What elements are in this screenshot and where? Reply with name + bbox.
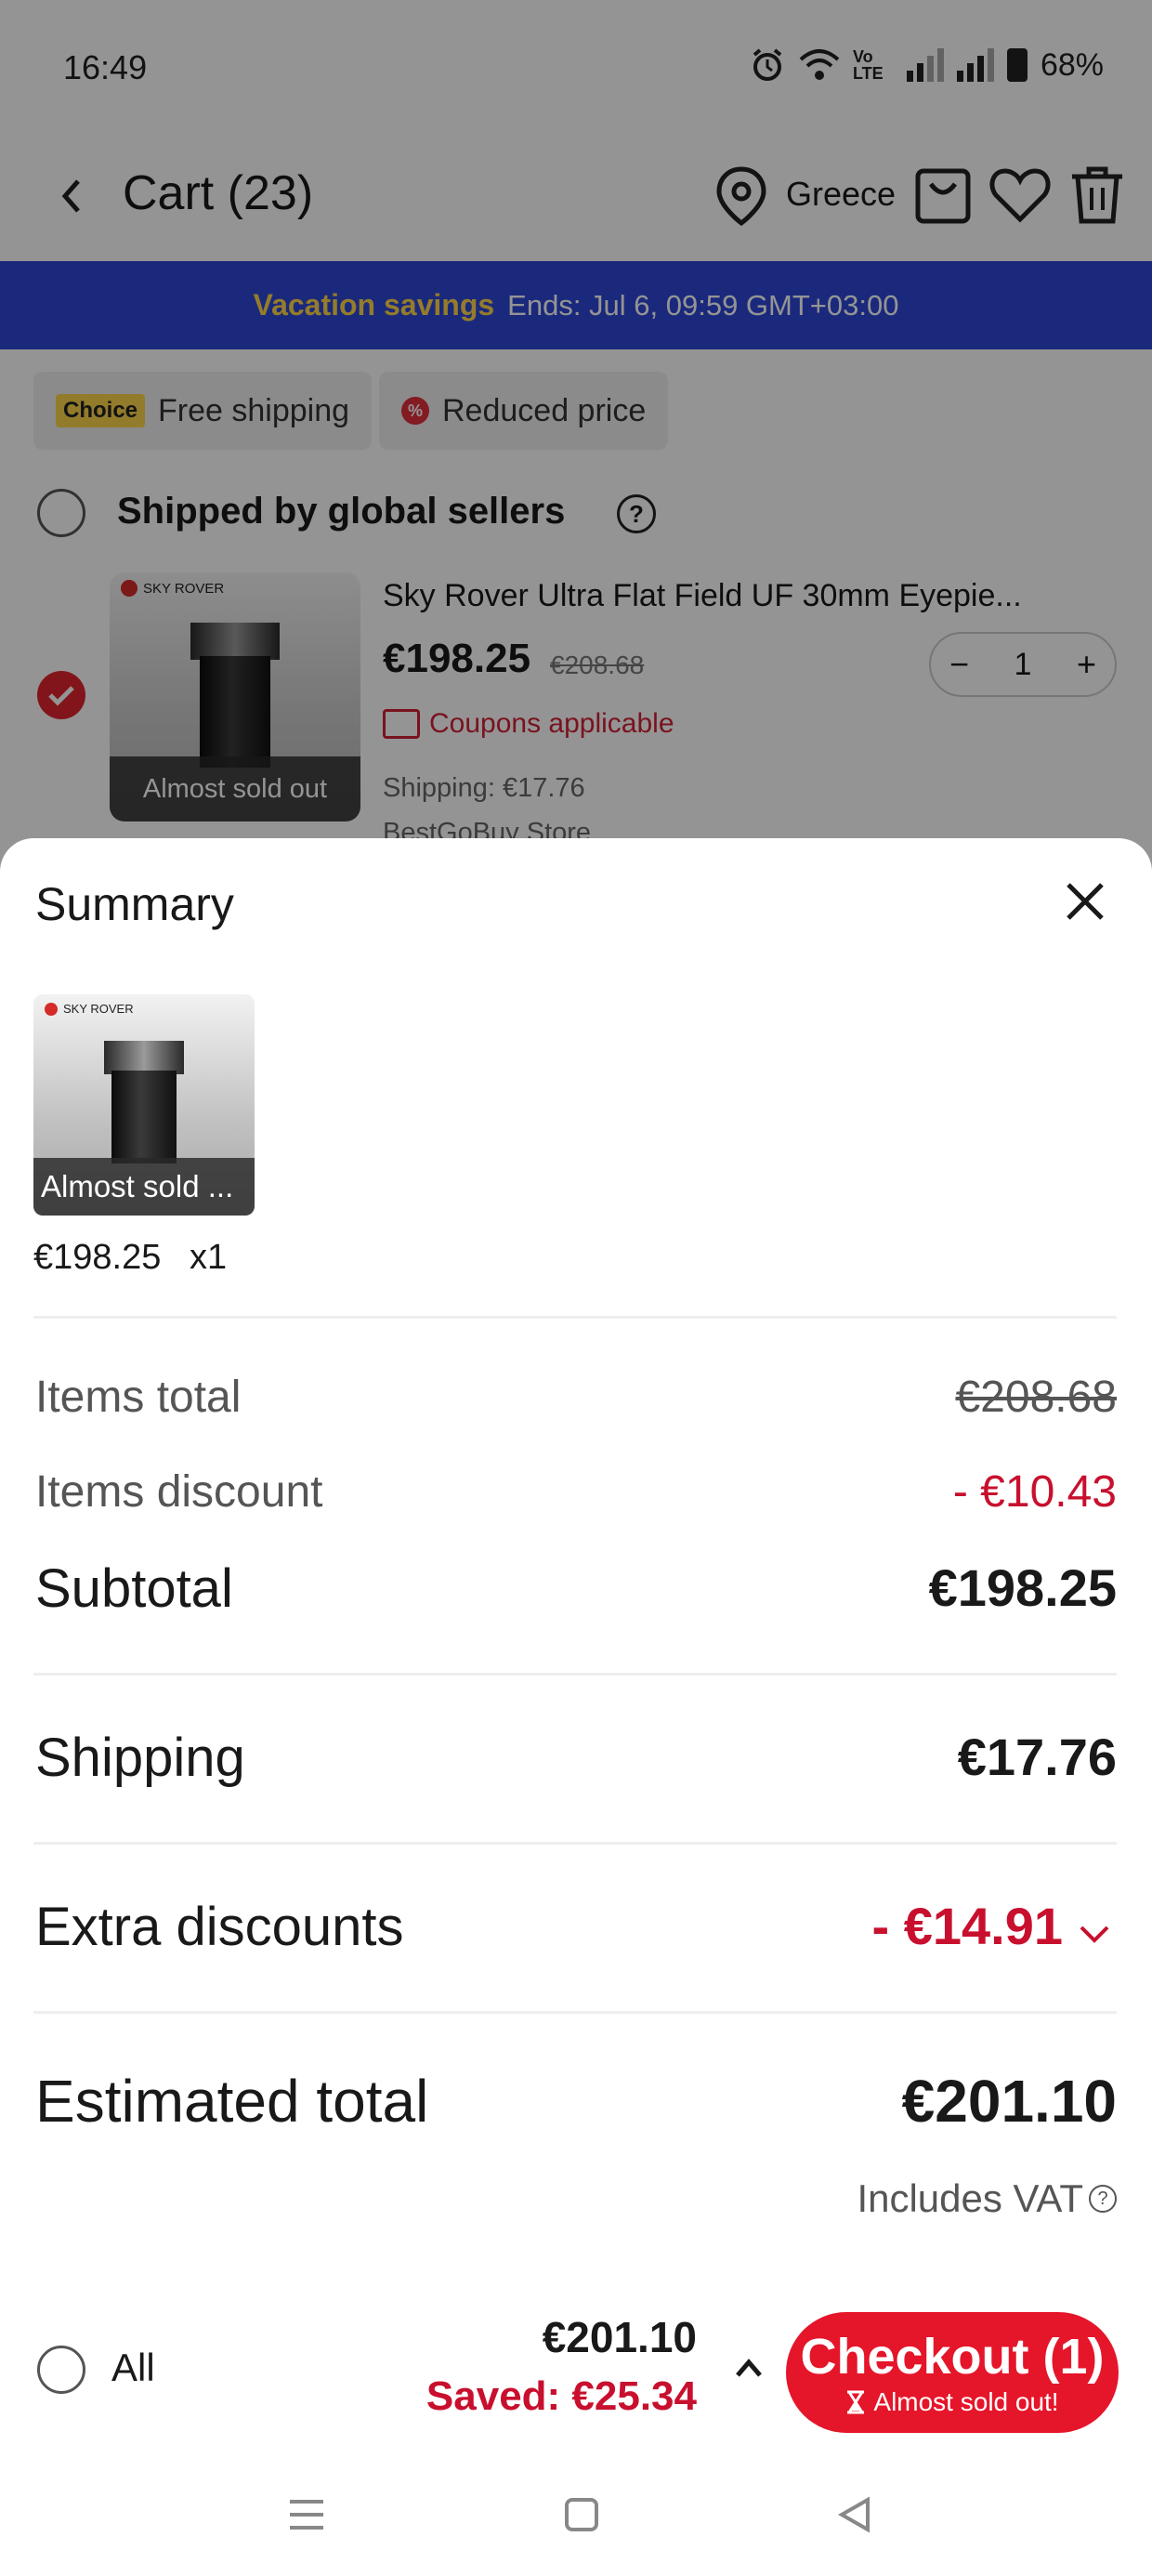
subtotal-label: Subtotal (35, 1558, 233, 1619)
select-all-label[interactable]: All (111, 2346, 155, 2390)
sheet-title: Summary (35, 878, 234, 930)
bar-total: €201.10 (542, 2313, 697, 2361)
checkout-bar: All €201.10 Saved: €25.34 Checkout (1) A… (0, 2292, 1152, 2450)
home-nav-button[interactable] (554, 2487, 609, 2543)
items-total-value: €208.68 (955, 1373, 1117, 1422)
divider (33, 2011, 1117, 2014)
divider (33, 1842, 1117, 1845)
estimated-total-label: Estimated total (35, 2068, 429, 2135)
menu-nav-button[interactable] (279, 2487, 334, 2543)
items-discount-label: Items discount (35, 1467, 323, 1517)
items-total-label: Items total (35, 1373, 242, 1422)
vat-note: Includes VAT ? (857, 2176, 1117, 2221)
summary-item-qty: x1 (190, 1238, 228, 1277)
estimated-total-value: €201.10 (901, 2068, 1117, 2135)
hourglass-icon (847, 2390, 865, 2414)
home-square-icon (565, 2498, 598, 2531)
divider (33, 1316, 1117, 1319)
system-nav-bar (0, 2450, 1152, 2576)
shipping-value: €17.76 (957, 1728, 1117, 1786)
summary-item-price: €198.25 (33, 1238, 162, 1277)
almost-sold-out-badge: Almost sold ... (33, 1158, 255, 1216)
items-discount-value: - €10.43 (952, 1467, 1117, 1517)
back-nav-button[interactable] (827, 2487, 883, 2543)
menu-icon (290, 2500, 323, 2530)
brand-logo: SKY ROVER (45, 1002, 134, 1016)
back-triangle-icon (837, 2496, 870, 2533)
chevron-up-icon[interactable] (730, 2349, 767, 2386)
close-icon[interactable] (1057, 874, 1113, 929)
checkout-label: Checkout (1) (800, 2329, 1105, 2385)
extra-discounts-label: Extra discounts (35, 1897, 404, 1957)
extra-discounts-value[interactable]: - €14.91 (872, 1896, 1064, 1956)
divider (33, 1673, 1117, 1676)
bar-saved: Saved: €25.34 (425, 2373, 697, 2419)
checkout-button[interactable]: Checkout (1) Almost sold out! (786, 2312, 1119, 2433)
select-all-radio[interactable] (37, 2346, 85, 2394)
shipping-label: Shipping (35, 1728, 245, 1788)
summary-item-image: SKY ROVER Almost sold ... (33, 994, 255, 1216)
chevron-down-icon[interactable] (1076, 1920, 1113, 1948)
subtotal-value: €198.25 (928, 1558, 1117, 1617)
info-icon[interactable]: ? (1089, 2185, 1117, 2213)
checkout-sublabel: Almost sold out! (845, 2387, 1059, 2417)
